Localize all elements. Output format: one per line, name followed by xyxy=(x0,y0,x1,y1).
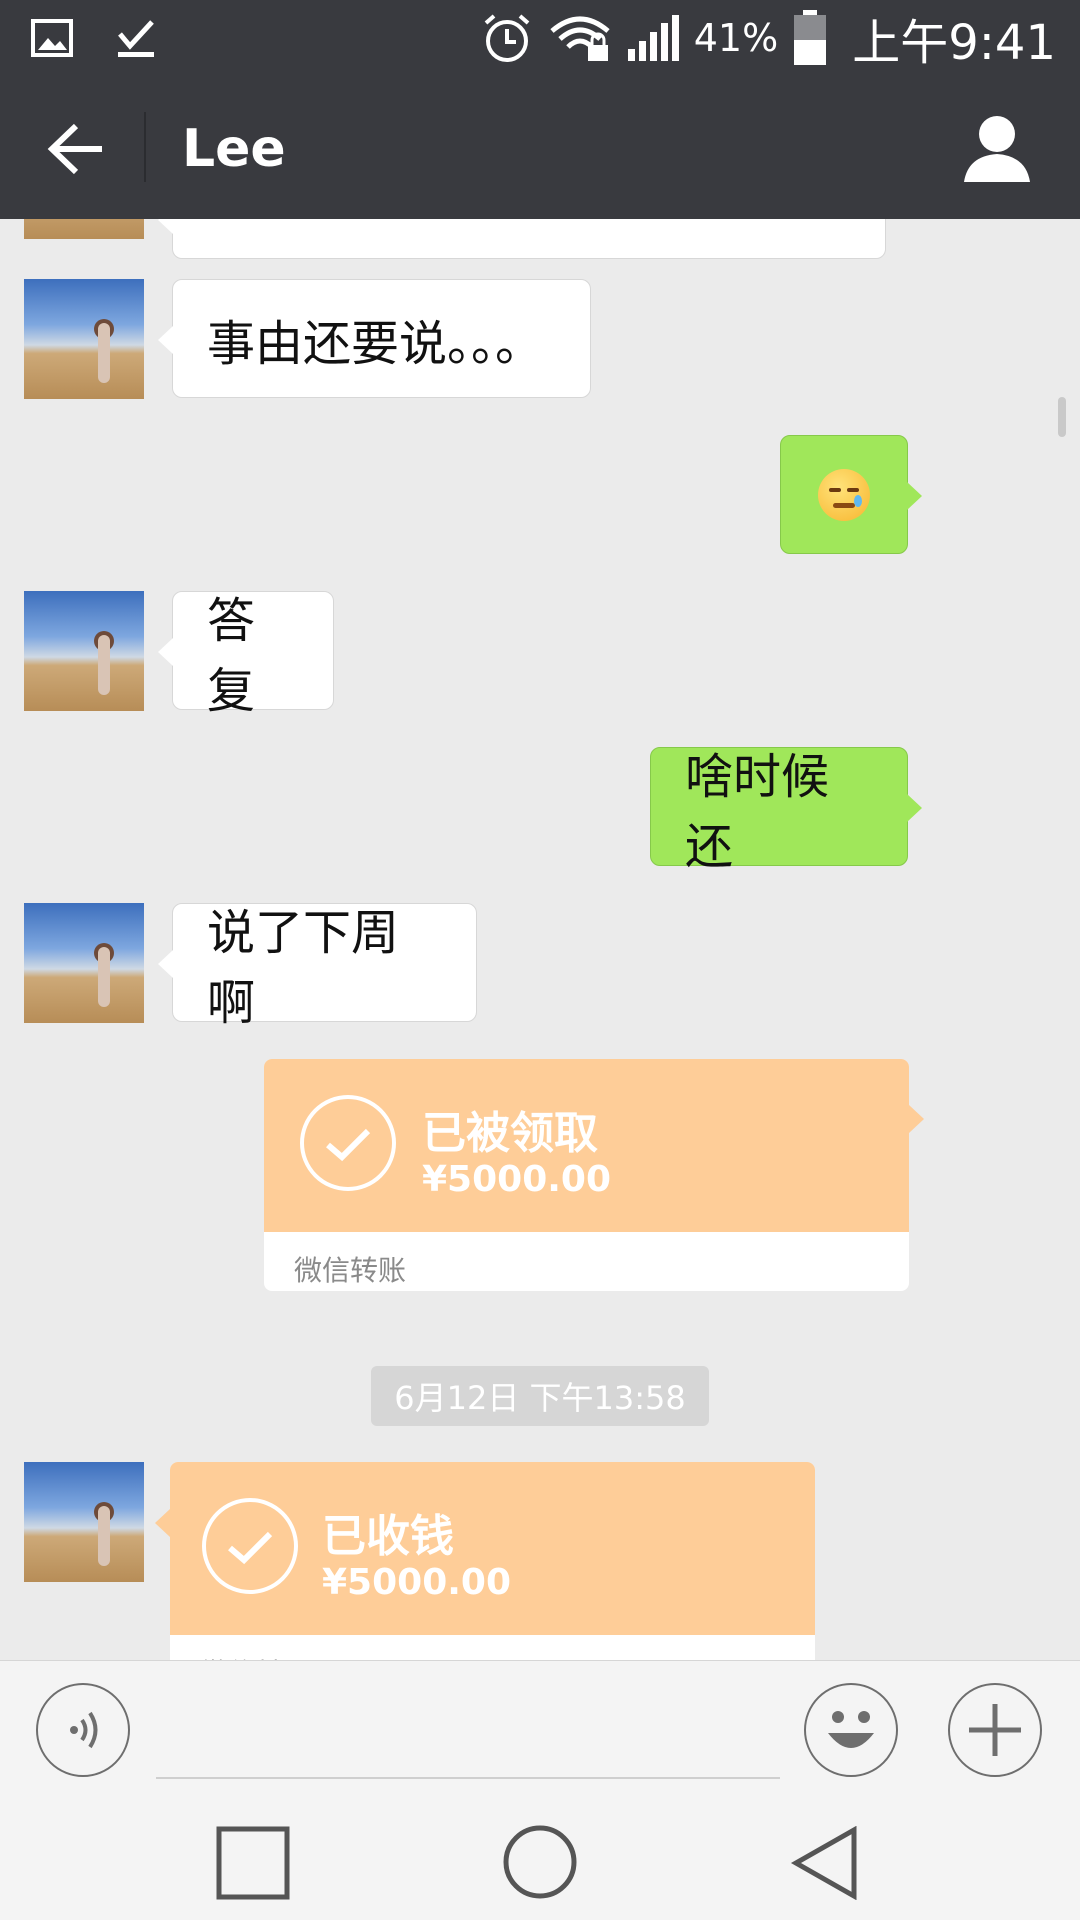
chat-header: Lee xyxy=(0,76,1080,219)
download-done-icon xyxy=(118,20,154,57)
message-text: 说了下周啊 xyxy=(207,904,400,1031)
bubble-tail xyxy=(909,1105,924,1133)
message-bubble-received[interactable]: 答复 xyxy=(158,591,334,719)
message-bubble-sent[interactable] xyxy=(780,435,922,554)
avatar[interactable] xyxy=(24,1462,144,1582)
system-navigation-bar xyxy=(0,1796,1080,1920)
scrollbar-thumb[interactable] xyxy=(1058,397,1066,437)
back-arrow-icon[interactable] xyxy=(40,114,110,184)
input-bar xyxy=(0,1660,1080,1797)
emoji-icon xyxy=(828,1711,874,1748)
message-bubble-received[interactable]: 说了下周啊 xyxy=(158,903,477,1031)
voice-button[interactable] xyxy=(36,1683,130,1777)
timestamp-divider: 6月12日 下午13:58 xyxy=(371,1366,709,1426)
transfer-label: 微信转账 xyxy=(294,1254,407,1287)
transfer-card-received[interactable]: 已收钱 ¥5000.00 微信转账 xyxy=(170,1462,815,1660)
message-text: 答复 xyxy=(207,592,256,719)
transfer-card-header: 已被领取 ¥5000.00 xyxy=(264,1059,909,1232)
transfer-status: 已被领取 xyxy=(422,1108,598,1159)
transfer-card-header: 已收钱 ¥5000.00 xyxy=(170,1462,815,1635)
signal-icon xyxy=(627,15,679,61)
battery-percent: 41% xyxy=(693,16,779,60)
message-bubble-partial[interactable] xyxy=(158,219,886,259)
transfer-label: 微信转账 xyxy=(200,1652,312,1660)
check-circle-icon xyxy=(300,1095,396,1191)
message-bubble-sent[interactable]: 啥时候还 xyxy=(650,747,922,875)
message-text: 事由还要说。。。 xyxy=(207,315,544,372)
header-divider xyxy=(144,112,146,182)
message-text: 啥时候还 xyxy=(685,748,830,875)
person-icon[interactable] xyxy=(962,112,1032,184)
avatar[interactable] xyxy=(24,903,144,1023)
plus-icon xyxy=(969,1704,1021,1756)
clock-time: 上午9:41 xyxy=(852,15,1056,71)
avatar[interactable] xyxy=(24,279,144,399)
transfer-amount: ¥5000.00 xyxy=(422,1159,612,1200)
wifi-locked-icon xyxy=(550,16,610,61)
voice-icon xyxy=(70,1711,98,1749)
message-bubble-received[interactable]: 事由还要说。。。 xyxy=(158,279,591,398)
battery-icon xyxy=(794,10,827,65)
avatar[interactable] xyxy=(24,591,144,711)
back-triangle-icon[interactable] xyxy=(790,1826,860,1900)
gallery-icon xyxy=(31,19,73,57)
transfer-amount: ¥5000.00 xyxy=(322,1562,512,1603)
recents-square-icon[interactable] xyxy=(216,1826,290,1900)
timestamp-text: 6月12日 下午13:58 xyxy=(394,1379,686,1417)
sweat-smile-emoji xyxy=(818,468,870,521)
avatar[interactable] xyxy=(24,219,144,239)
chat-message-list[interactable]: 事由还要说。。。 答复 啥时候还 说了下周啊 已被领取 ¥5000.00 微信转… xyxy=(0,219,1080,1660)
status-bar: 41% 上午9:41 xyxy=(0,0,1080,76)
transfer-card-sent[interactable]: 已被领取 ¥5000.00 微信转账 xyxy=(264,1059,909,1291)
bubble-tail xyxy=(155,1509,170,1537)
transfer-status: 已收钱 xyxy=(322,1511,454,1562)
emoji-button[interactable] xyxy=(804,1683,898,1777)
message-input[interactable] xyxy=(156,1777,780,1779)
home-circle-icon[interactable] xyxy=(502,1824,578,1900)
chat-title: Lee xyxy=(182,119,286,179)
more-button[interactable] xyxy=(948,1683,1042,1777)
alarm-icon xyxy=(484,14,530,62)
check-circle-icon xyxy=(202,1498,298,1594)
